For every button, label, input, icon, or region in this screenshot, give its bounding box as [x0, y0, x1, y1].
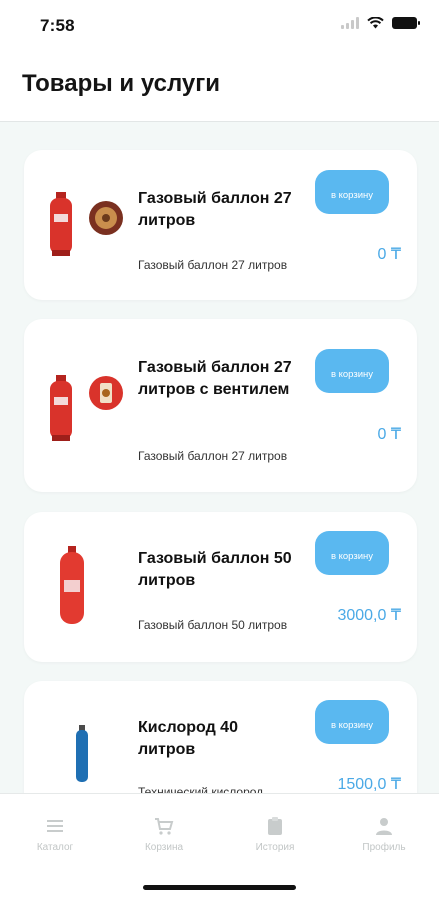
- add-to-cart-button[interactable]: в корзину: [315, 170, 389, 214]
- product-price: 0 ₸: [377, 426, 401, 443]
- header: Товары и услуги: [0, 52, 439, 122]
- tab-label: Каталог: [36, 842, 74, 853]
- product-title: Газовый баллон 27 литров с вентилем: [138, 359, 292, 398]
- add-to-cart-button[interactable]: в корзину: [315, 349, 389, 393]
- add-to-cart-button[interactable]: в корзину: [315, 700, 389, 744]
- product-card[interactable]: Газовый баллон 27 литров с вентилем Газо…: [24, 319, 417, 492]
- status-time: 7:58: [40, 16, 75, 35]
- product-description: Газовый баллон 27 литров: [138, 449, 288, 463]
- clipboard-icon: [268, 817, 282, 835]
- add-to-cart-button[interactable]: в корзину: [315, 531, 389, 575]
- product-title: Газовый баллон 27 литров: [138, 190, 292, 229]
- product-card[interactable]: Кислород 40 литров Технический кислород …: [24, 681, 417, 793]
- product-list[interactable]: Газовый баллон 27 литров Газовый баллон …: [0, 123, 439, 793]
- home-indicator[interactable]: [143, 885, 296, 890]
- menu-icon: [47, 820, 63, 832]
- product-card[interactable]: Газовый баллон 50 литров Газовый баллон …: [24, 512, 417, 662]
- product-description: Газовый баллон 50 литров: [138, 618, 288, 632]
- signal-icon: [341, 17, 359, 29]
- tab-bar: Каталог Корзина История Профиль: [0, 793, 439, 900]
- gas-cylinder-valve-image: [46, 371, 142, 451]
- tab-label: Профиль: [362, 842, 406, 853]
- battery-icon: [392, 17, 420, 29]
- gas-cylinder-50l-image: [46, 544, 142, 624]
- cart-icon: [155, 818, 174, 835]
- tab-history[interactable]: История: [235, 816, 315, 853]
- oxygen-cylinder-image: [46, 725, 142, 793]
- tab-label: История: [255, 842, 295, 853]
- page-title: Товары и услуги: [22, 70, 220, 97]
- product-price: 3000,0 ₸: [337, 607, 401, 624]
- wifi-icon: [367, 17, 384, 29]
- gas-cylinder-image: [46, 188, 142, 268]
- tab-label: Корзина: [144, 842, 184, 853]
- product-price: 0 ₸: [377, 246, 401, 263]
- status-bar: 7:58: [0, 0, 439, 52]
- product-title: Кислород 40 литров: [138, 719, 238, 758]
- product-description: Газовый баллон 27 литров: [138, 258, 288, 272]
- product-card[interactable]: Газовый баллон 27 литров Газовый баллон …: [24, 150, 417, 300]
- product-title: Газовый баллон 50 литров: [138, 550, 292, 589]
- tab-catalog[interactable]: Каталог: [15, 816, 95, 853]
- status-icons: [341, 17, 420, 29]
- user-icon: [376, 818, 392, 835]
- tab-cart[interactable]: Корзина: [124, 816, 204, 853]
- tab-profile[interactable]: Профиль: [344, 816, 424, 853]
- product-price: 1500,0 ₸: [337, 776, 401, 793]
- product-description: Технический кислород: [138, 785, 264, 793]
